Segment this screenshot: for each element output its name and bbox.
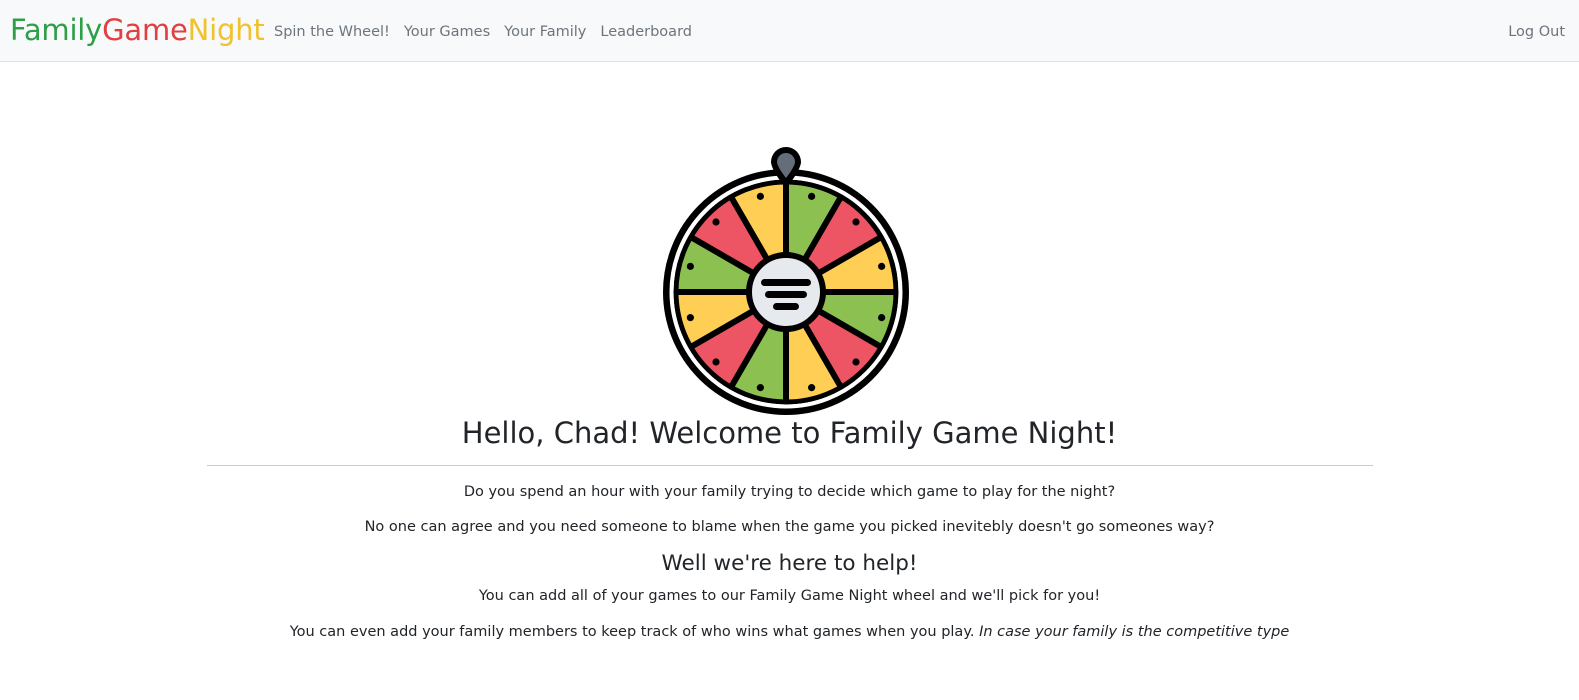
- top-navbar: FamilyGameNight Spin the Wheel! Your Gam…: [0, 0, 1579, 62]
- intro-paragraph-4-italic: In case your family is the competitive t…: [979, 624, 1290, 640]
- divider: [207, 465, 1373, 466]
- intro-paragraph-3: You can add all of your games to our Fam…: [478, 588, 1101, 604]
- wheel-dot: [808, 384, 816, 392]
- wheel-dot: [686, 314, 694, 322]
- nav-link-spin-the-wheel[interactable]: Spin the Wheel!: [274, 21, 390, 43]
- help-subheading: Well we're here to help!: [661, 551, 918, 576]
- intro-paragraph-4-text: You can even add your family members to …: [289, 624, 975, 640]
- wheel-dot: [712, 358, 720, 366]
- wheel-dot: [878, 262, 886, 270]
- nav-link-your-family[interactable]: Your Family: [504, 21, 586, 43]
- wheel-dot: [852, 358, 860, 366]
- nav-link-leaderboard[interactable]: Leaderboard: [600, 21, 692, 43]
- intro-paragraph-4: You can even add your family members to …: [0, 621, 1579, 643]
- brand-family: Family: [10, 13, 103, 47]
- wheel-dot: [686, 262, 694, 270]
- brand-logo-link[interactable]: FamilyGameNight: [10, 10, 265, 50]
- wheel-dot: [712, 218, 720, 226]
- wheel-dot: [852, 218, 860, 226]
- intro-paragraph-2: No one can agree and you need someone to…: [364, 519, 1215, 535]
- nav-links: Spin the Wheel! Your Games Your Family L…: [274, 21, 692, 43]
- wheel-dot: [756, 384, 764, 392]
- brand-game: Game: [102, 13, 188, 47]
- logout-link[interactable]: Log Out: [1508, 21, 1565, 43]
- intro-paragraph-1: Do you spend an hour with your family tr…: [463, 484, 1116, 500]
- spin-wheel-icon: [663, 147, 909, 415]
- brand-night: Night: [187, 13, 265, 47]
- welcome-heading: Hello, Chad! Welcome to Family Game Nigh…: [461, 416, 1118, 450]
- wheel-dot: [878, 314, 886, 322]
- wheel-dot: [756, 192, 764, 200]
- nav-link-your-games[interactable]: Your Games: [404, 21, 490, 43]
- wheel-dot: [808, 192, 816, 200]
